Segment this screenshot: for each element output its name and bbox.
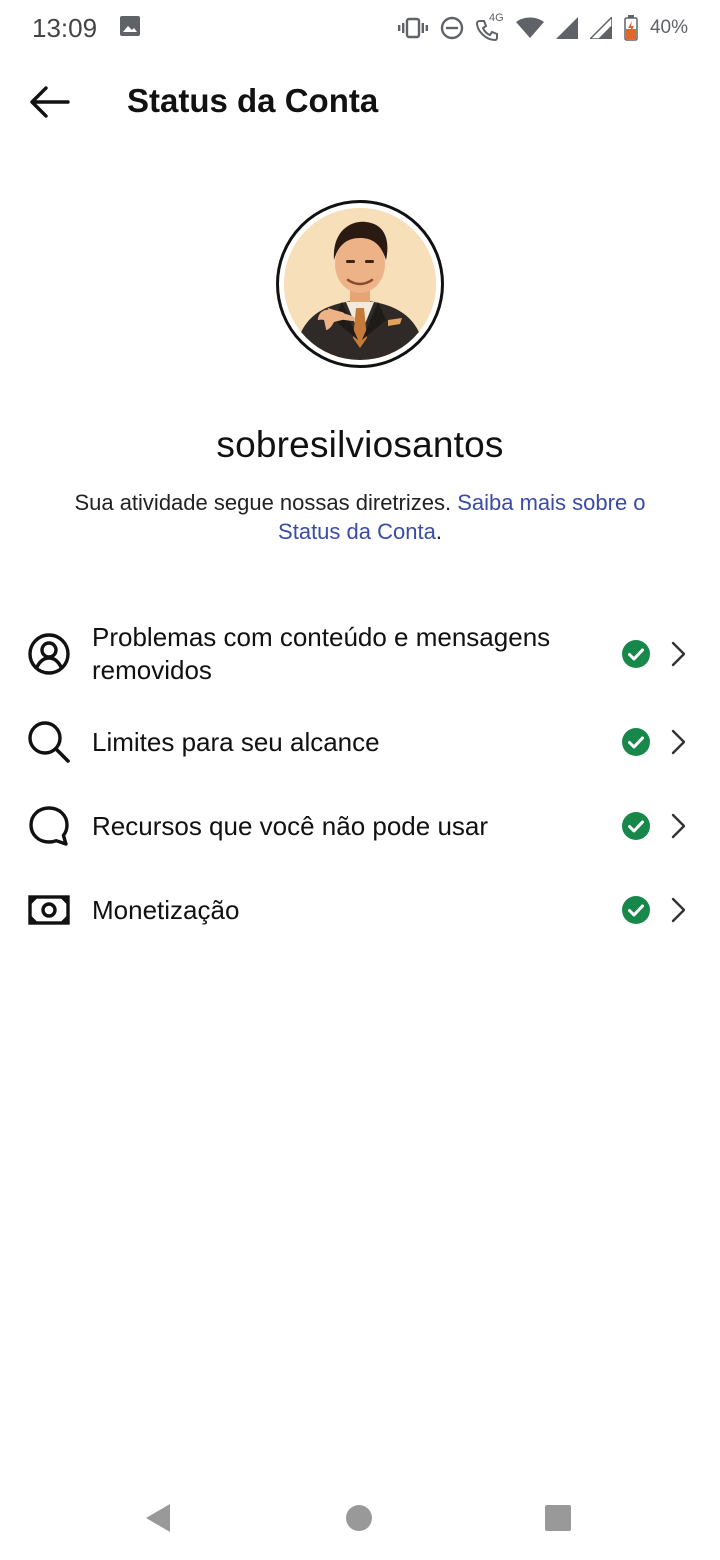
- signal-icon: [555, 17, 578, 39]
- account-status-list: Problemas com conteúdo e mensagens remov…: [0, 608, 720, 952]
- battery-icon: [624, 15, 638, 41]
- battery-percent: 40%: [649, 17, 688, 38]
- chevron-right-icon: [668, 812, 688, 840]
- money-icon: [26, 887, 72, 933]
- nav-back-button[interactable]: [142, 1502, 178, 1538]
- chevron-right-icon: [668, 640, 688, 668]
- status-description-period: .: [435, 519, 442, 544]
- image-icon: [119, 15, 141, 42]
- chevron-right-icon: [668, 728, 688, 756]
- status-bar: 13:09 4G 40%: [0, 0, 720, 56]
- status-description-text: Sua atividade segue nossas diretrizes.: [74, 490, 458, 515]
- back-button[interactable]: [22, 80, 76, 124]
- list-item-label: Recursos que você não pode usar: [92, 811, 489, 841]
- check-circle-icon: [622, 728, 650, 756]
- signal-icon: [589, 17, 612, 39]
- screen: 13:09 4G 40% Status da Conta sobresilvio…: [0, 0, 720, 1560]
- network-label: 4G: [488, 12, 504, 24]
- list-item-content-removed[interactable]: Problemas com conteúdo e mensagens remov…: [0, 608, 720, 700]
- avatar[interactable]: [276, 200, 444, 368]
- page-title: Status da Conta: [127, 82, 379, 119]
- profile-picture: [284, 208, 436, 360]
- check-circle-icon: [622, 896, 650, 924]
- username: sobresilviosantos: [216, 424, 504, 465]
- chevron-right-icon: [668, 896, 688, 924]
- list-item-label: Limites para seu alcance: [92, 727, 380, 757]
- nav-recent-button[interactable]: [541, 1502, 577, 1538]
- list-item-label: Monetização: [92, 895, 240, 925]
- search-icon: [26, 719, 72, 765]
- list-item-monetization[interactable]: Monetização: [0, 868, 720, 952]
- status-time: 13:09: [32, 12, 98, 43]
- arrow-left-icon: [30, 86, 70, 118]
- user-circle-icon: [26, 631, 72, 677]
- system-nav-bar: [0, 1478, 720, 1560]
- circle-home-icon: [346, 1505, 372, 1531]
- wifi-icon: [515, 17, 544, 39]
- list-item-restricted-features[interactable]: Recursos que você não pode usar: [0, 784, 720, 868]
- list-item-reach-limits[interactable]: Limites para seu alcance: [0, 700, 720, 784]
- volte-call-icon: 4G: [475, 12, 504, 41]
- nav-home-button[interactable]: [342, 1502, 378, 1538]
- chat-bubble-icon: [26, 803, 72, 849]
- vibrate-icon: [397, 17, 428, 39]
- triangle-back-icon: [146, 1504, 170, 1532]
- square-recents-icon: [545, 1505, 571, 1531]
- list-item-label: Problemas com conteúdo e mensagens remov…: [92, 622, 551, 685]
- check-circle-icon: [622, 640, 650, 668]
- dnd-icon: [440, 16, 464, 40]
- status-description: Sua atividade segue nossas diretrizes. S…: [50, 488, 670, 546]
- header: Status da Conta: [0, 60, 720, 144]
- check-circle-icon: [622, 812, 650, 840]
